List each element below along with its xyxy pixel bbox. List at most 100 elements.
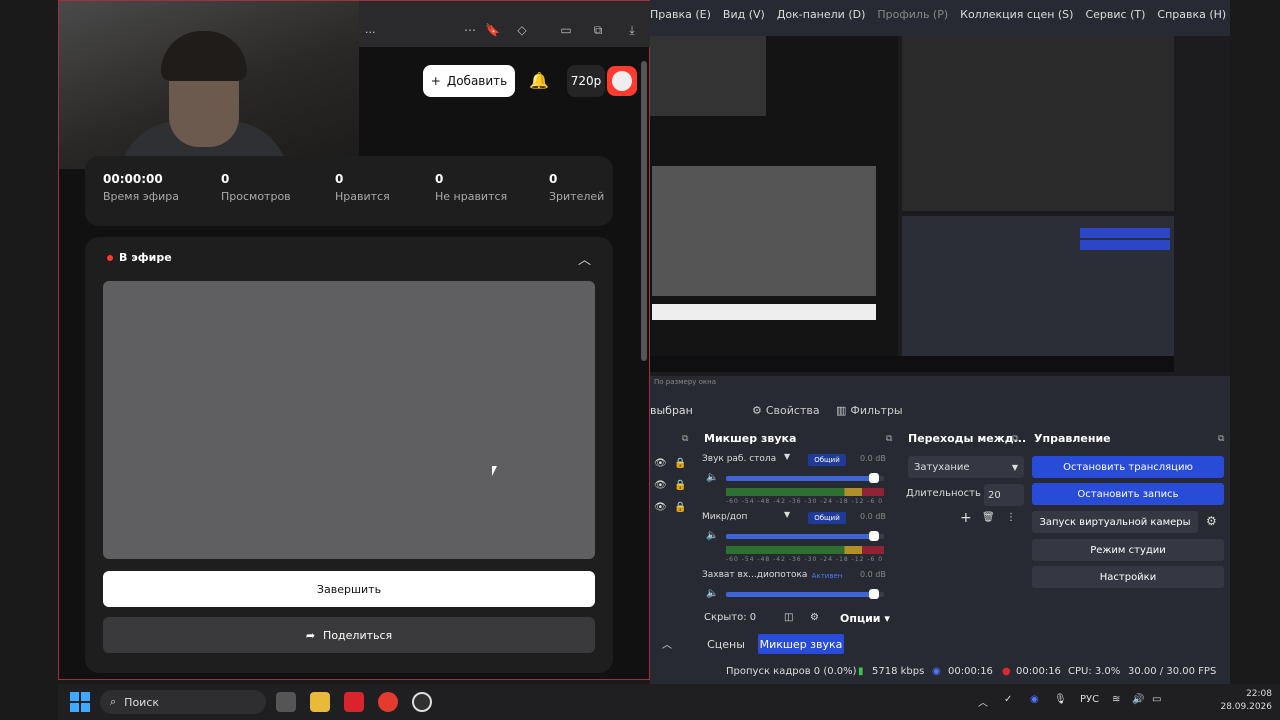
end-stream-button[interactable]: Завершить: [103, 571, 595, 607]
mixer-track-name: Звук раб. стола: [702, 454, 777, 464]
language-indicator[interactable]: РУС: [1080, 694, 1099, 705]
share-button[interactable]: ➦ Поделиться: [103, 617, 595, 653]
dock-float-icon[interactable]: ⧉: [682, 434, 688, 444]
more-icon[interactable]: ⋮: [1006, 512, 1016, 523]
dock-float-icon[interactable]: ⧉: [1218, 434, 1224, 444]
meter-ticks: -60 -54 -48 -42 -36 -30 -24 -18 -12 -6 0: [726, 556, 884, 563]
task-view-icon[interactable]: [276, 692, 296, 712]
studio-mode-button[interactable]: Режим студии: [1032, 539, 1224, 561]
yandex-browser-icon[interactable]: [378, 692, 398, 712]
bookmark-icon[interactable]: 🔖: [485, 23, 500, 37]
mic-icon[interactable]: 🎙: [1054, 694, 1067, 705]
live-card: В эфире ︿ Завершить ➦ Поделиться: [85, 237, 613, 673]
extension-icon[interactable]: ⧉: [591, 23, 605, 37]
slider-knob[interactable]: [869, 589, 880, 599]
taskbar: ⌕ Поиск ︿ ✓ ◉ 🎙 РУС ≋ 🔊 ▭ 22:08 28.09.20…: [58, 684, 1280, 720]
slider-knob[interactable]: [869, 473, 880, 483]
browser-window: ... ⋯ 🔖 ◇ ▭ ⧉ ⤓ + Добавить 🔔 720p 00:00:…: [58, 0, 651, 680]
tab-scenes[interactable]: Сцены: [706, 634, 746, 654]
avatar[interactable]: [607, 66, 637, 96]
mixer-badge[interactable]: Общий: [808, 512, 846, 524]
chevron-down-icon[interactable]: ▼: [784, 452, 790, 461]
lock-icon[interactable]: 🔒: [674, 502, 686, 513]
duration-input[interactable]: 20: [984, 484, 1024, 506]
volume-slider[interactable]: [726, 589, 884, 599]
resolution-badge[interactable]: 720p: [567, 65, 605, 97]
mixer-badge[interactable]: Общий: [808, 454, 846, 466]
clock[interactable]: 22:08 28.09.2026: [1220, 688, 1272, 714]
slider-knob[interactable]: [869, 531, 880, 541]
stat-viewers: 0 Зрителей: [549, 172, 605, 203]
options-menu[interactable]: Опции ▾: [840, 612, 890, 625]
obs-icon[interactable]: [412, 692, 432, 712]
search-icon: ⌕: [110, 695, 117, 708]
mixer-badge[interactable]: Активен: [808, 570, 846, 582]
properties-button[interactable]: ⚙ Свойства: [752, 404, 820, 417]
stop-recording-button[interactable]: Остановить запись: [1032, 483, 1224, 505]
mixer-title: Микшер звука: [704, 432, 797, 445]
speaker-icon[interactable]: 🔈: [706, 588, 718, 599]
trash-icon[interactable]: 🗑: [982, 512, 995, 523]
eye-icon[interactable]: 👁: [654, 458, 667, 469]
menu-scene-collection[interactable]: Коллекция сцен (S): [960, 8, 1073, 28]
live-dot-icon: [107, 254, 113, 261]
dropped-frames: Пропуск кадров 0 (0.0%): [726, 666, 857, 677]
share-icon: ➦: [305, 628, 316, 642]
add-button[interactable]: + Добавить: [423, 65, 515, 97]
chevron-up-icon[interactable]: ︿: [662, 636, 672, 651]
stop-stream-button[interactable]: Остановить трансляцию: [1032, 456, 1224, 478]
desktop: ... ⋯ 🔖 ◇ ▭ ⧉ ⤓ + Добавить 🔔 720p 00:00:…: [0, 0, 1280, 720]
menu-docks[interactable]: Док-панели (D): [777, 8, 866, 28]
battery-icon[interactable]: ▭: [559, 23, 573, 37]
obs-tray-icon[interactable]: ◉: [1030, 694, 1039, 705]
speaker-icon[interactable]: 🔈: [706, 472, 718, 483]
stat-likes: 0 Нравится: [335, 172, 390, 203]
menu-tools[interactable]: Сервис (T): [1085, 8, 1145, 28]
dock-float-icon[interactable]: ⧉: [886, 434, 892, 444]
windows-start-icon[interactable]: [70, 692, 90, 712]
wifi-icon[interactable]: ≋: [1112, 694, 1120, 705]
mixer-track-name: Захват вх...диопотока: [702, 570, 808, 580]
meter-ticks: -60 -54 -48 -42 -36 -30 -24 -18 -12 -6 0: [726, 498, 884, 505]
taskbar-search[interactable]: ⌕ Поиск: [100, 690, 266, 714]
plus-icon[interactable]: +: [960, 510, 972, 526]
transition-select[interactable]: Затухание ▼: [908, 456, 1024, 478]
layout-icon[interactable]: ◫: [784, 612, 793, 623]
gear-icon[interactable]: ⚙: [810, 612, 819, 623]
volume-icon[interactable]: 🔊: [1132, 694, 1144, 705]
address-bar[interactable]: ...: [365, 23, 376, 36]
menu-profile[interactable]: Профиль (P): [877, 8, 948, 28]
battery-icon[interactable]: ▭: [1152, 694, 1161, 705]
gear-icon[interactable]: ⚙: [1206, 514, 1217, 528]
settings-button[interactable]: Настройки: [1032, 566, 1224, 588]
tray-icon[interactable]: ✓: [1004, 694, 1012, 705]
more-icon[interactable]: ⋯: [463, 23, 477, 37]
rec-time: 00:00:16: [1016, 666, 1061, 677]
office-icon[interactable]: [344, 692, 364, 712]
bell-icon[interactable]: 🔔: [529, 71, 549, 90]
stat-dislikes: 0 Не нравится: [435, 172, 508, 203]
download-icon[interactable]: ⤓: [625, 23, 639, 37]
mouse-cursor: [492, 466, 497, 476]
menu-edit[interactable]: Правка (E): [650, 8, 711, 28]
explorer-icon[interactable]: [310, 692, 330, 712]
lock-icon[interactable]: 🔒: [674, 480, 686, 491]
scrollbar[interactable]: [641, 61, 647, 361]
dock-float-icon[interactable]: ⧉: [1012, 434, 1018, 444]
scale-label[interactable]: По размеру окна: [654, 378, 716, 386]
tray-arrow-icon[interactable]: ︿: [978, 694, 988, 709]
speaker-icon[interactable]: 🔈: [706, 530, 718, 541]
filters-button[interactable]: ▥ Фильтры: [836, 404, 903, 417]
lock-icon[interactable]: 🔒: [674, 458, 686, 469]
menu-view[interactable]: Вид (V): [723, 8, 765, 28]
chevron-up-icon[interactable]: ︿: [578, 249, 591, 268]
volume-slider[interactable]: [726, 531, 884, 541]
menu-help[interactable]: Справка (H): [1157, 8, 1226, 28]
chevron-down-icon[interactable]: ▼: [784, 510, 790, 519]
volume-slider[interactable]: [726, 473, 884, 483]
shield-icon[interactable]: ◇: [515, 23, 529, 37]
eye-icon[interactable]: 👁: [654, 502, 667, 513]
virtual-camera-button[interactable]: Запуск виртуальной камеры: [1032, 511, 1198, 533]
tab-mixer[interactable]: Микшер звука: [758, 634, 844, 654]
eye-icon[interactable]: 👁: [654, 480, 667, 491]
